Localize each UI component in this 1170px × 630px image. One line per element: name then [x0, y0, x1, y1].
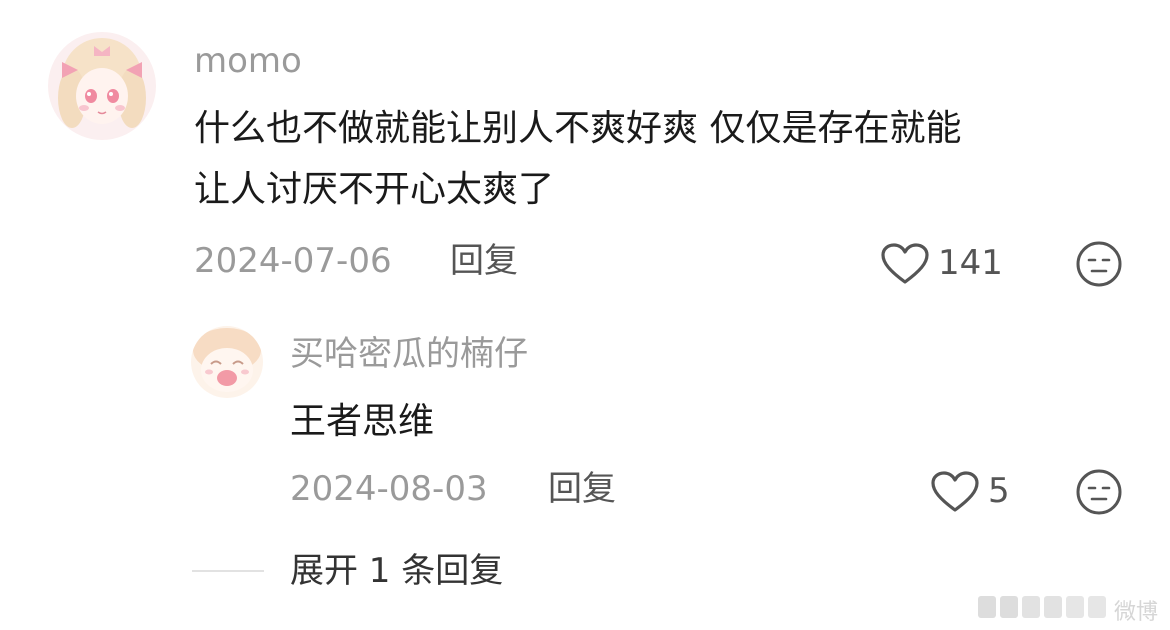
- neutral-face-icon: [1075, 469, 1123, 520]
- reply-like-count: 5: [988, 471, 1010, 511]
- heart-outline-icon: [930, 470, 980, 518]
- reply-like-button[interactable]: 5: [928, 468, 1018, 516]
- expand-divider: [192, 570, 264, 572]
- heart-outline-icon: [880, 242, 930, 290]
- comment-like-count: 141: [938, 243, 1003, 283]
- comment-date: 2024-07-06: [194, 241, 392, 281]
- weibo-watermark: 微博: [978, 590, 1164, 625]
- reply-reply-button[interactable]: 回复: [548, 472, 616, 506]
- watermark-label: 微博: [1114, 600, 1159, 625]
- comment-reply-button[interactable]: 回复: [450, 244, 518, 278]
- reply-dislike-button[interactable]: [1075, 468, 1123, 516]
- comment-text-line-2: 让人讨厌不开心太爽了: [194, 169, 555, 210]
- comment-username[interactable]: momo: [194, 44, 302, 78]
- avatar[interactable]: [48, 32, 156, 140]
- expand-replies-button[interactable]: 展开 1 条回复: [290, 554, 503, 588]
- reply-username[interactable]: 买哈密瓜的楠仔: [290, 337, 528, 371]
- comment-text-line-1: 什么也不做就能让别人不爽好爽 仅仅是存在就能: [194, 108, 962, 149]
- comment-dislike-button[interactable]: [1075, 240, 1123, 288]
- neutral-face-icon: [1075, 241, 1123, 292]
- reply-avatar[interactable]: [191, 326, 263, 398]
- reply-date: 2024-08-03: [290, 469, 488, 509]
- reply-text: 王者思维: [290, 401, 435, 442]
- comment-like-button[interactable]: 141: [878, 240, 1018, 288]
